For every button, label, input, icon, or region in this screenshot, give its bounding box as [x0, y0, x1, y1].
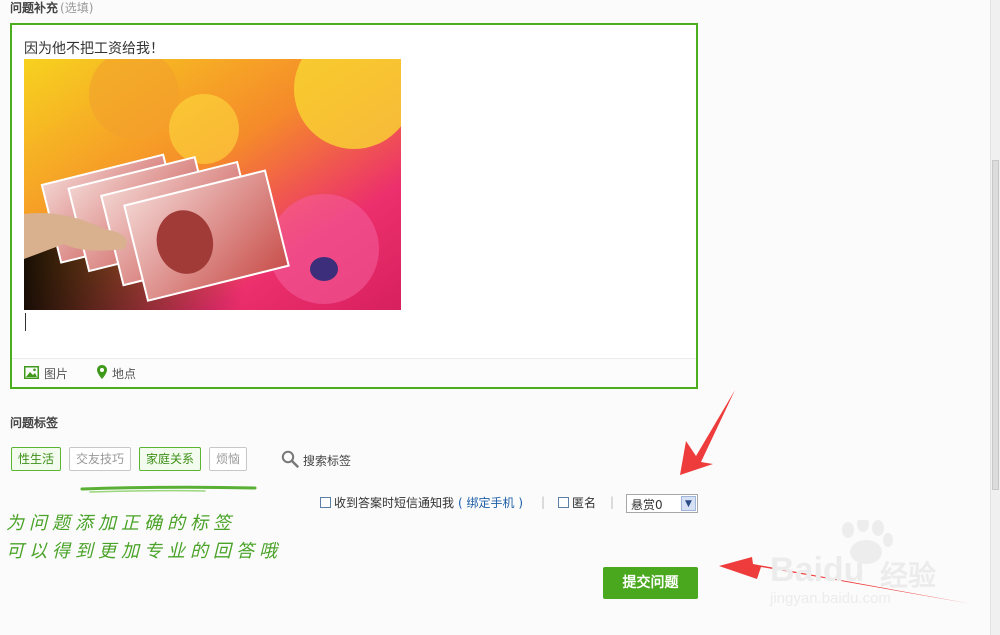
watermark-cn: 经验 — [880, 560, 937, 591]
baidu-watermark: Baidu 经验 jingyan.baidu.com — [768, 516, 998, 614]
watermark-brand: Baidu — [770, 551, 865, 589]
underline-stroke-2 — [89, 489, 206, 493]
underline-stroke — [80, 485, 257, 491]
arrow-to-reward — [680, 390, 735, 475]
watermark-url: jingyan.baidu.com — [770, 590, 891, 607]
